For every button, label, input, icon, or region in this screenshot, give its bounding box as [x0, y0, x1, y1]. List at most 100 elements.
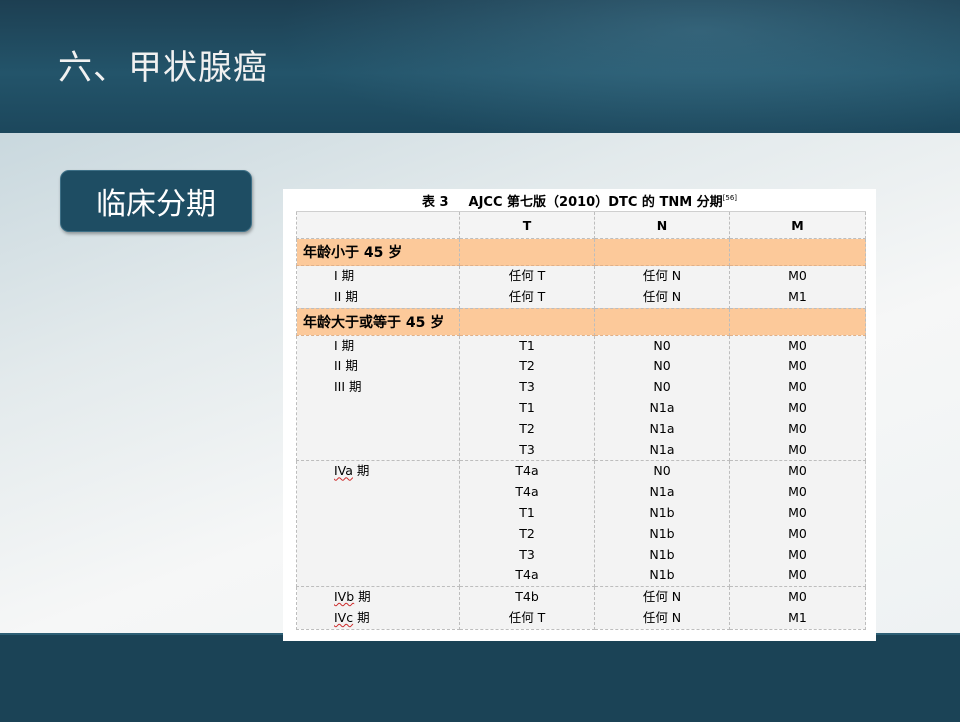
stage-cell: IVb 期 IVc 期	[296, 586, 460, 630]
section-badge: 临床分期	[60, 170, 252, 232]
age-group-label: 年龄小于 45 岁	[296, 238, 460, 266]
stage-label: II 期	[334, 288, 358, 304]
t-value: 任何 T	[508, 288, 546, 304]
header-cell-m: M	[729, 211, 866, 239]
t-value: 任何 T	[508, 609, 546, 625]
n-cell: N0 N0 N0 N1a N1a N1a	[594, 335, 730, 462]
n-cell: N0 N1a N1b N1b N1b N1b	[594, 460, 730, 588]
m-value: M0	[788, 441, 807, 457]
stage-label: II 期	[334, 358, 358, 374]
stage-block-row: I 期 II 期 III 期 T1 T2 T3 T1 T2 T3 N0 N0 N0 N1a N1a N1a M…	[296, 335, 866, 462]
n-value: N1b	[649, 504, 675, 520]
tnm-staging-table: T N M 年龄小于 45 岁I 期 II 期任何 T 任何 T 任何 N 任何 N M0…	[296, 211, 866, 630]
m-value: M0	[788, 463, 807, 479]
header-cell-t: T	[459, 211, 595, 239]
t-cell: T1 T2 T3 T1 T2 T3	[459, 335, 595, 462]
m-cell: M0 M1	[729, 265, 866, 309]
stage-block-row: IVa 期 T4a T4a T1 T2 T3 T4a N0 N1a N1b N1b N1b N1b M0 M…	[296, 460, 866, 588]
stage-label: I 期	[334, 337, 355, 353]
age-group-row: 年龄小于 45 岁	[296, 238, 866, 266]
stage-label: I 期	[334, 268, 355, 283]
m-cell: M0 M0 M0 M0 M0 M0	[729, 335, 866, 462]
m-value: M0	[788, 567, 807, 583]
age-group-empty-cell	[729, 307, 866, 336]
stage-cell: IVa 期	[296, 460, 460, 588]
n-value: N0	[653, 337, 671, 353]
n-cell: 任何 N 任何 N	[594, 586, 730, 630]
t-value: T3	[519, 546, 535, 562]
t-value: T2	[519, 420, 535, 436]
n-value: N1a	[649, 399, 675, 415]
n-value: N1a	[649, 484, 675, 500]
table-caption: 表 3 AJCC 第七版（2010）DTC 的 TNM 分期[56]	[283, 189, 876, 210]
age-group-empty-cell	[459, 307, 595, 336]
n-value: N0	[653, 463, 671, 479]
age-group-empty-cell	[594, 307, 730, 336]
m-value: M0	[788, 337, 807, 353]
age-group-empty-cell	[729, 238, 866, 266]
header-cell-n: N	[594, 211, 730, 239]
n-value: 任何 N	[642, 268, 682, 283]
m-cell: M0 M0 M0 M0 M0 M0	[729, 460, 866, 588]
t-value: T4a	[515, 567, 539, 583]
t-value: T3	[519, 441, 535, 457]
m-cell: M0 M1	[729, 586, 866, 630]
stage-cell: I 期 II 期 III 期	[296, 335, 460, 462]
m-value: M0	[788, 589, 807, 605]
tnm-table-image: 表 3 AJCC 第七版（2010）DTC 的 TNM 分期[56] T N M …	[283, 189, 876, 641]
stage-block-row: IVb 期 IVc 期 T4b 任何 T 任何 N 任何 N M0 M1	[296, 586, 866, 630]
age-group-label: 年龄大于或等于 45 岁	[296, 307, 460, 336]
t-cell: T4b 任何 T	[459, 586, 595, 630]
slide-title: 六、甲状腺癌	[58, 48, 268, 88]
table-header-row: T N M	[296, 211, 866, 239]
m-value: M0	[788, 546, 807, 562]
n-value: N1b	[649, 546, 675, 562]
m-value: M0	[788, 268, 807, 283]
age-group-row: 年龄大于或等于 45 岁	[296, 307, 866, 336]
n-cell: 任何 N 任何 N	[594, 265, 730, 309]
t-value: T4a	[515, 484, 539, 500]
t-value: T4a	[515, 463, 539, 479]
m-value: M1	[788, 288, 807, 304]
stage-cell: I 期 II 期	[296, 265, 460, 309]
t-value: T2	[519, 358, 535, 374]
m-value: M0	[788, 399, 807, 415]
table-caption-id: 表 3	[421, 195, 449, 210]
stage-block-row: I 期 II 期任何 T 任何 T 任何 N 任何 N M0 M1	[296, 265, 866, 309]
m-value: M0	[788, 525, 807, 541]
t-value: T1	[519, 399, 535, 415]
table-caption-text: AJCC 第七版（2010）DTC 的 TNM 分期	[468, 195, 723, 210]
t-value: T2	[519, 525, 535, 541]
t-value: T1	[519, 337, 535, 353]
m-value: M0	[788, 504, 807, 520]
m-value: M0	[788, 379, 807, 395]
stage-label: III 期	[334, 379, 362, 395]
m-value: M1	[788, 609, 807, 625]
age-group-empty-cell	[459, 238, 595, 266]
tnm-table-body: T N M 年龄小于 45 岁I 期 II 期任何 T 任何 T 任何 N 任何 N M0…	[296, 211, 866, 630]
n-value: N1b	[649, 525, 675, 541]
n-value: 任何 N	[642, 589, 682, 605]
stage-label: IVc 期	[334, 609, 370, 625]
table-caption-ref: [56]	[722, 194, 738, 202]
n-value: N0	[653, 358, 671, 374]
n-value: 任何 N	[642, 609, 682, 625]
n-value: 任何 N	[642, 288, 682, 304]
t-value: T4b	[515, 589, 539, 605]
stage-label: IVa 期	[334, 463, 370, 479]
m-value: M0	[788, 420, 807, 436]
header-cell-stage	[296, 211, 460, 239]
age-group-empty-cell	[594, 238, 730, 266]
t-value: 任何 T	[508, 268, 546, 283]
m-value: M0	[788, 484, 807, 500]
m-value: M0	[788, 358, 807, 374]
t-value: T3	[519, 379, 535, 395]
t-cell: 任何 T 任何 T	[459, 265, 595, 309]
footer-band	[0, 633, 960, 722]
n-value: N1a	[649, 420, 675, 436]
stage-label: IVb 期	[334, 589, 371, 605]
n-value: N0	[653, 379, 671, 395]
n-value: N1b	[649, 567, 675, 583]
n-value: N1a	[649, 441, 675, 457]
t-value: T1	[519, 504, 535, 520]
